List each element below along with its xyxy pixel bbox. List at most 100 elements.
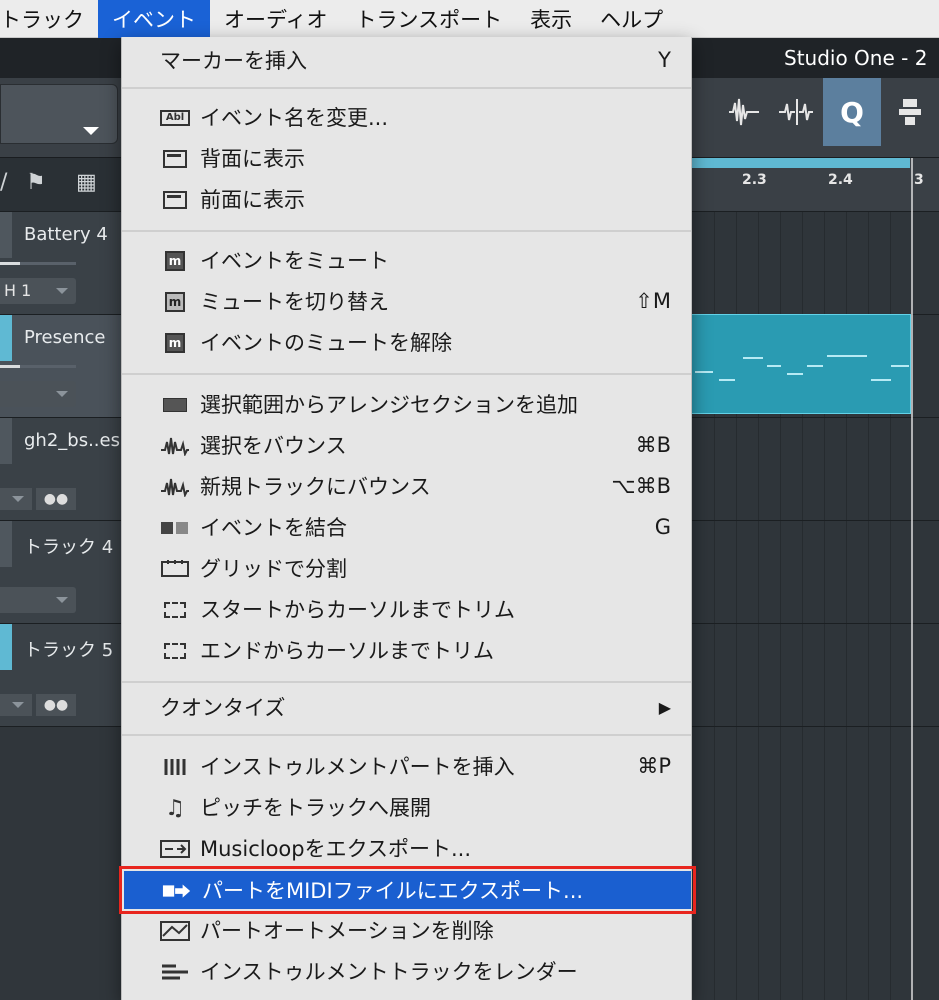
menu-item-mute-event[interactable]: m イベントをミュート	[122, 241, 691, 279]
track-color	[0, 212, 12, 258]
arrange-section-icon	[160, 394, 190, 416]
track-name[interactable]: gh2_bs..es	[24, 430, 120, 451]
event-menu: マーカーを挿入 Y Abl イベント名を変更... 背面に表示 前面に表示 m …	[119, 37, 696, 1000]
tool-combo[interactable]	[0, 84, 118, 144]
unmute-icon: m	[160, 332, 190, 354]
menu-item-bounce-selection[interactable]: 選択をバウンス ⌘B	[122, 426, 691, 464]
track-name[interactable]: トラック 4	[24, 533, 113, 559]
menu-separator	[122, 373, 691, 375]
track-name[interactable]: Presence	[24, 327, 105, 348]
menu-item-rename-event[interactable]: Abl イベント名を変更...	[122, 98, 691, 136]
audio-split-icon[interactable]	[770, 78, 822, 146]
menu-item-label: インストゥルメントパートを挿入	[200, 755, 515, 779]
menu-separator	[122, 230, 691, 232]
bring-front-icon	[160, 189, 190, 211]
menu-item-label: イベントのミュートを解除	[200, 331, 452, 355]
midi-part[interactable]	[690, 314, 911, 414]
menu-item-label: イベント名を変更...	[200, 106, 389, 130]
menu-separator	[122, 734, 691, 736]
track-tool-strip: / ⚑ ▦	[0, 158, 122, 212]
menu-item-insert-marker[interactable]: マーカーを挿入 Y	[122, 41, 691, 79]
loop-range[interactable]	[690, 158, 910, 168]
menu-item-trim-start[interactable]: スタートからカーソルまでトリム	[122, 590, 691, 628]
input-select[interactable]	[0, 488, 32, 510]
menu-view[interactable]: 表示	[516, 0, 586, 38]
menu-item-label: イベントをミュート	[200, 249, 389, 273]
menu-item-shortcut: ⇧M	[635, 289, 671, 313]
menu-item-label: ミュートを切り替え	[200, 290, 389, 314]
menu-item-shortcut: ⌥⌘B	[611, 474, 671, 498]
track-volume[interactable]	[0, 365, 76, 368]
channel-select[interactable]: H 1	[0, 278, 76, 304]
send-back-icon	[160, 148, 190, 170]
menu-item-add-arrange-section[interactable]: 選択範囲からアレンジセクションを追加	[122, 385, 691, 423]
quantize-button[interactable]: Q	[823, 78, 881, 146]
track-header[interactable]: Presence	[0, 315, 122, 418]
track-header[interactable]: gh2_bs..es ●●	[0, 418, 122, 521]
menu-item-explode-pitches[interactable]: ♫ ピッチをトラックへ展開	[122, 788, 691, 826]
menu-item-bounce-new-track[interactable]: 新規トラックにバウンス ⌥⌘B	[122, 467, 691, 505]
ruler-tick: 3	[914, 172, 924, 188]
menu-help[interactable]: ヘルプ	[586, 0, 677, 38]
track-color	[0, 315, 12, 361]
menu-item-label: 背面に表示	[200, 147, 305, 171]
track-name[interactable]: Battery 4	[24, 224, 108, 245]
stereo-icon[interactable]: ●●	[36, 488, 76, 510]
audio-bend-icon[interactable]	[718, 78, 770, 146]
track-volume[interactable]	[0, 262, 76, 265]
menu-item-unmute-event[interactable]: m イベントのミュートを解除	[122, 323, 691, 361]
ruler-tick: 2.4	[828, 172, 853, 188]
menu-item-render-instrument[interactable]: インストゥルメントトラックをレンダー	[122, 952, 691, 990]
menu-item-label: Musicloopをエクスポート...	[200, 837, 472, 861]
stereo-icon[interactable]: ●●	[36, 694, 76, 716]
menu-bar: トラック イベント オーディオ トランスポート 表示 ヘルプ	[0, 0, 939, 38]
automation-icon	[160, 920, 190, 942]
input-select[interactable]	[0, 381, 76, 407]
timeline-ruler[interactable]: 2.3 2.4 3	[690, 158, 939, 212]
menu-item-label: インストゥルメントトラックをレンダー	[200, 960, 578, 984]
menu-item-send-to-back[interactable]: 背面に表示	[122, 139, 691, 177]
input-select[interactable]	[0, 694, 32, 716]
menu-item-label: パートオートメーションを削除	[200, 919, 494, 943]
pencil-icon[interactable]: /	[0, 170, 7, 195]
tool-icon[interactable]	[884, 78, 936, 146]
arrange-view[interactable]: 2.3 2.4 3	[690, 158, 939, 1000]
menu-item-shortcut: Y	[658, 48, 671, 72]
menu-track[interactable]: トラック	[0, 0, 98, 38]
menu-item-label: マーカーを挿入	[160, 49, 307, 73]
input-select[interactable]	[0, 587, 76, 613]
track-header[interactable]: Battery 4 H 1	[0, 212, 122, 315]
mute-icon: m	[160, 250, 190, 272]
track-color	[0, 418, 12, 464]
menu-item-shortcut: G	[654, 515, 671, 539]
flag-icon[interactable]: ⚑	[26, 170, 46, 195]
track-header[interactable]: トラック 5 ●●	[0, 624, 122, 727]
submenu-arrow-icon: ▶	[658, 697, 671, 717]
track-name[interactable]: トラック 5	[24, 636, 113, 662]
menu-item-merge-events[interactable]: イベントを結合 G	[122, 508, 691, 546]
menu-item-label: クオンタイズ	[160, 696, 286, 720]
menu-item-trim-end[interactable]: エンドからカーソルまでトリム	[122, 631, 691, 669]
track-header[interactable]: トラック 4	[0, 521, 122, 624]
instrument-part-icon	[160, 756, 190, 778]
split-grid-icon	[160, 558, 190, 580]
menu-item-quantize[interactable]: クオンタイズ ▶	[122, 688, 691, 726]
track-list: / ⚑ ▦ Battery 4 H 1 Presence gh2_bs..es …	[0, 158, 122, 1000]
menu-item-split-at-grid[interactable]: グリッドで分割	[122, 549, 691, 587]
menu-item-export-musicloop[interactable]: Musicloopをエクスポート...	[122, 829, 691, 867]
grid-icon[interactable]: ▦	[76, 170, 97, 195]
playhead[interactable]	[911, 158, 913, 1000]
menu-transport[interactable]: トランスポート	[342, 0, 517, 38]
merge-icon	[160, 517, 190, 539]
menu-item-remove-automation[interactable]: パートオートメーションを削除	[122, 911, 691, 949]
track-color	[0, 624, 12, 670]
menu-item-insert-instrument-part[interactable]: インストゥルメントパートを挿入 ⌘P	[122, 747, 691, 785]
menu-audio[interactable]: オーディオ	[210, 0, 342, 38]
menu-item-toggle-mute[interactable]: m ミュートを切り替え ⇧M	[122, 282, 691, 320]
menu-item-shortcut: ⌘B	[635, 433, 671, 457]
menu-item-bring-to-front[interactable]: 前面に表示	[122, 180, 691, 218]
menu-item-export-midi-file[interactable]: パートをMIDIファイルにエクスポート...	[119, 866, 696, 914]
menu-event[interactable]: イベント	[98, 0, 210, 38]
musicloop-icon	[160, 838, 190, 860]
menu-item-label: グリッドで分割	[200, 557, 347, 581]
